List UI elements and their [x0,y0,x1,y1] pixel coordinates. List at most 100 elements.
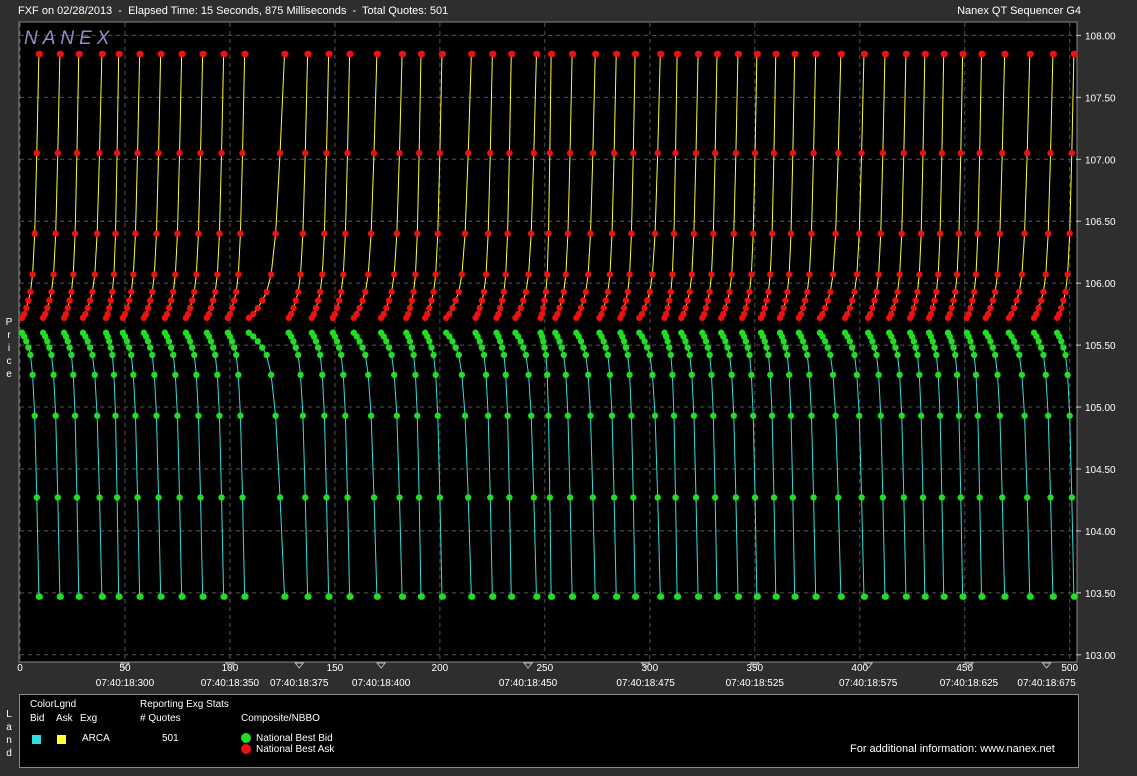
nbb-point [197,494,204,501]
nbb-point [167,344,175,351]
nbb-point [502,371,509,379]
nbo-point [976,149,983,157]
x-tick-label: 150 [327,663,344,674]
nbo-point [302,149,309,157]
nbb-point [967,338,974,345]
nbo-point [754,50,761,58]
nbo-point [950,297,957,304]
nbo-point [353,310,360,318]
nbb-point [263,351,270,359]
nbo-point [465,149,472,157]
nbo-point [107,297,114,304]
nbo-point [602,297,609,304]
nbo-point [1064,271,1071,278]
y-tick-label: 104.50 [1085,465,1116,476]
nbo-point [86,297,94,304]
nbo-point [385,297,393,304]
stats-column: # Quotes [140,713,181,724]
nbb-point [455,351,462,359]
nbb-point [434,412,441,419]
info-link[interactable]: For additional information: www.nanex.ne… [850,743,1055,755]
nbb-point [272,412,279,419]
nbb-point [33,494,40,501]
nbo-point [340,271,347,278]
nbb-point [735,593,743,600]
nbb-point [57,593,64,600]
nbo-point [267,271,275,278]
nbb-point [996,412,1004,419]
nbb-point [176,494,183,501]
nbo-point [919,149,927,157]
nbb-point [877,412,884,419]
nbo-point [610,149,618,157]
nbo-point [282,50,289,58]
nbb-point [952,351,959,359]
nbb-point [821,338,829,345]
nbb-point [799,338,807,345]
time-label: 07:40:18:450 [499,678,558,689]
nbo-point [393,230,401,237]
nbo-point [879,149,887,157]
nbb-point [520,344,527,351]
nbo-point [680,310,687,318]
nbo-point [1062,288,1069,296]
nbb-point [408,344,416,351]
nbb-point [430,351,437,359]
nbb-point [787,412,795,419]
nbo-point [212,288,219,296]
nbo-point [439,50,447,58]
nbo-point [969,297,976,304]
nbo-point [806,271,813,278]
nbb-point [630,494,637,501]
nbb-point [93,412,101,419]
nbo-point [589,149,597,157]
nbo-point [146,297,154,304]
nbo-point [546,149,554,157]
nbo-point [230,297,238,304]
nbo-point [604,288,612,296]
nbb-point [806,371,813,379]
nbb-point [112,412,119,419]
nbo-point [732,149,740,157]
nbo-point [299,230,307,237]
nbo-point [233,288,240,296]
nbb-point [418,593,426,600]
nbb-point [801,344,809,351]
nbb-point [96,494,103,501]
nbo-point [813,50,820,58]
nbo-point [801,297,809,304]
nbb-point [484,412,492,419]
nbb-point [151,371,158,379]
nbb-point [560,351,567,359]
nbo-point [821,304,829,312]
nbb-dot-icon [241,733,251,743]
nbb-point [682,338,689,345]
nbb-point [813,593,820,600]
nbb-point [577,338,585,345]
nbo-point [155,149,162,157]
nbb-point [592,593,600,600]
nbo-point [362,288,369,296]
nbo-point [916,271,923,278]
nbo-point [624,288,631,296]
nbo-point [933,288,940,296]
nbo-point [50,271,57,278]
nbo-point [207,304,215,312]
nbo-point [722,304,729,312]
nbb-point [922,593,929,600]
nbo-point [292,297,300,304]
nbb-point [751,494,759,501]
nbo-point [528,230,535,237]
nbo-point [989,297,997,304]
nbo-point [70,271,77,278]
exchange-name: ARCA [82,733,110,744]
nbb-point [628,412,635,419]
nbo-point [710,230,717,237]
nbo-point [684,297,691,304]
nbo-point [480,288,488,296]
nbb-point [684,344,691,351]
nbb-point [116,593,123,600]
nbo-point [979,50,986,58]
nbb-point [414,412,421,419]
nbo-point [867,310,874,318]
